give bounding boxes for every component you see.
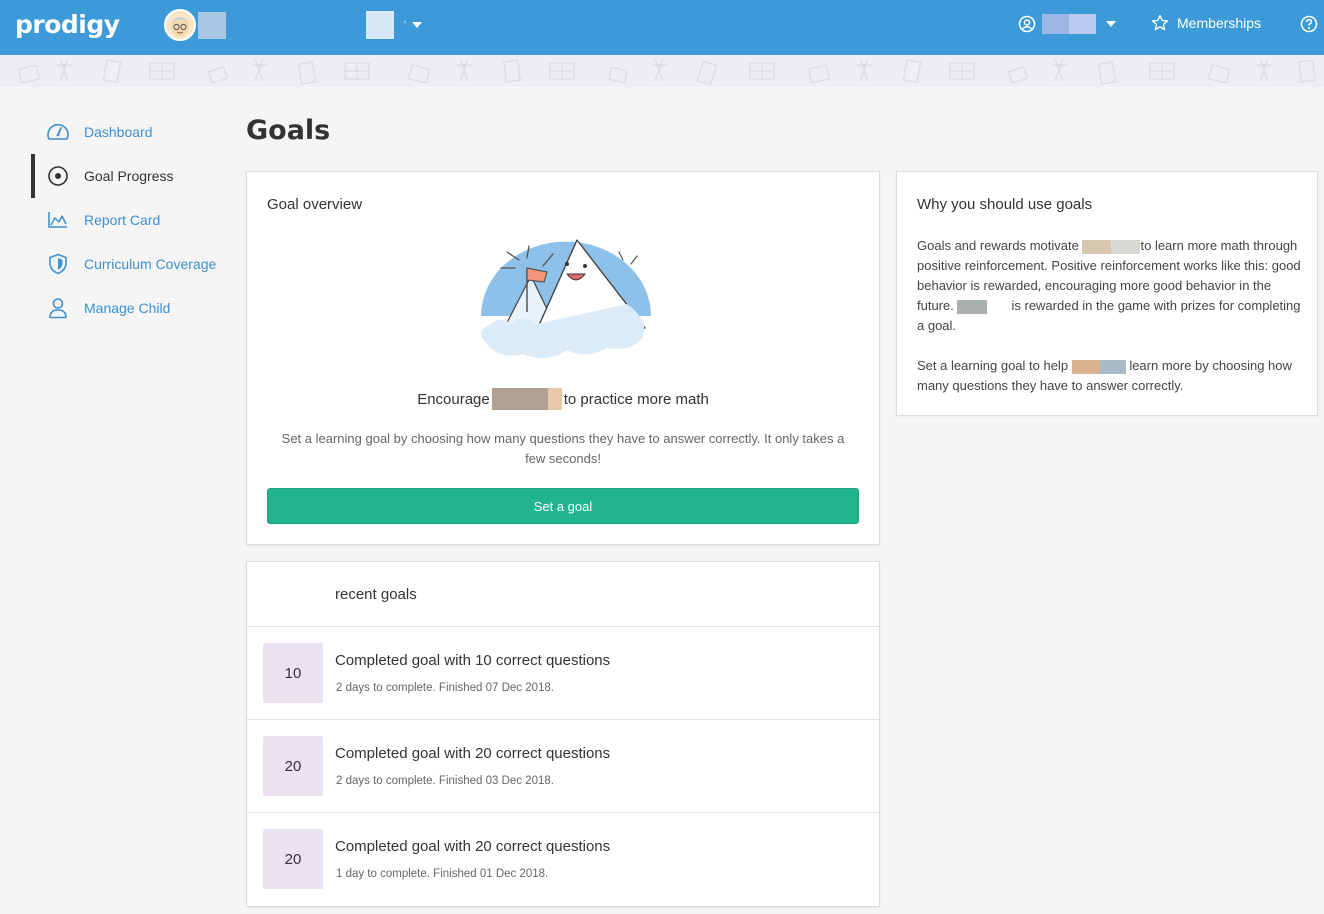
goal-title: Completed goal with 10 correct questions — [335, 652, 611, 669]
why-description: Goals and rewards motivate to learn more… — [917, 236, 1301, 396]
sidebar-item-curriculum-coverage[interactable]: Curriculum Coverage — [0, 242, 230, 286]
sidebar-item-label: Goal Progress — [84, 168, 174, 184]
memberships-link[interactable]: Memberships — [1151, 14, 1261, 32]
question-circle-icon — [1300, 15, 1318, 33]
page-title: Goals — [246, 115, 331, 146]
sidebar-item-dashboard[interactable]: Dashboard — [0, 110, 230, 154]
speedometer-icon — [46, 120, 70, 144]
recent-goals-title: recent goals — [335, 586, 417, 603]
child-avatar[interactable] — [164, 9, 196, 41]
text-segment: Goals and rewards motivate — [917, 238, 1079, 253]
shield-icon — [46, 252, 70, 276]
sidebar-item-label: Report Card — [84, 212, 161, 228]
recent-goals-card: recent goals 10 Completed goal with 10 c… — [246, 561, 880, 907]
chart-icon — [46, 208, 70, 232]
set-goal-button[interactable]: Set a goal — [267, 488, 859, 524]
redacted-child-name — [1071, 359, 1126, 374]
redacted-class-name — [366, 11, 394, 39]
sidebar-item-manage-child[interactable]: Manage Child — [0, 286, 230, 330]
goal-count-badge: 10 — [263, 643, 323, 703]
goal-count-badge: 20 — [263, 736, 323, 796]
card-title: Goal overview — [267, 196, 363, 213]
why-paragraph: Goals and rewards motivate to learn more… — [917, 236, 1301, 336]
recent-goals-header: recent goals — [247, 562, 879, 627]
goal-title: Completed goal with 20 correct questions — [335, 838, 611, 855]
class-selector-dropdown[interactable]: ' — [366, 11, 422, 39]
memberships-label: Memberships — [1177, 15, 1262, 31]
goal-subtitle: 2 days to complete. Finished 03 Dec 2018… — [336, 775, 554, 787]
sidebar-item-label: Manage Child — [84, 300, 171, 316]
sidebar-navigation: Dashboard Goal Progress Report Card Curr… — [0, 110, 230, 330]
decorative-pattern-band — [0, 55, 1324, 87]
sidebar-item-report-card[interactable]: Report Card — [0, 198, 230, 242]
encourage-text-after: to practice more math — [563, 390, 709, 408]
goal-subtitle: 1 day to complete. Finished 01 Dec 2018. — [336, 868, 549, 880]
account-menu[interactable] — [1018, 14, 1116, 34]
chevron-down-icon — [1106, 21, 1116, 27]
person-icon — [46, 296, 70, 320]
star-icon — [1151, 14, 1169, 31]
card-title: Why you should use goals — [917, 196, 1093, 213]
goal-subtitle: 2 days to complete. Finished 07 Dec 2018… — [336, 682, 554, 694]
redacted-child-name — [491, 388, 562, 410]
why-paragraph: Set a learning goal to help learn more b… — [917, 356, 1301, 396]
mountain-illustration — [467, 232, 657, 367]
separator-mark: ' — [404, 19, 406, 31]
prodigy-logo[interactable]: prodigy — [15, 10, 120, 39]
overview-description: Set a learning goal by choosing how many… — [281, 431, 845, 466]
text-segment: Set a learning goal to help — [917, 358, 1069, 373]
sidebar-item-label: Curriculum Coverage — [84, 256, 217, 272]
goal-list-item: 10 Completed goal with 10 correct questi… — [247, 627, 879, 720]
help-button[interactable] — [1300, 15, 1318, 38]
chevron-down-icon — [411, 22, 422, 28]
redacted-child-name — [957, 299, 988, 314]
goal-list-item: 20 Completed goal with 20 correct questi… — [247, 813, 879, 906]
why-use-goals-card: Why you should use goals Goals and rewar… — [896, 171, 1318, 416]
target-icon — [46, 164, 70, 188]
encourage-text-before: Encourage — [417, 390, 490, 408]
user-circle-icon — [1018, 15, 1036, 33]
sidebar-item-goal-progress[interactable]: Goal Progress — [0, 154, 230, 198]
goal-overview-card: Goal overview Encourage to practice more… — [246, 171, 880, 545]
goal-count-badge: 20 — [263, 829, 323, 889]
goal-title: Completed goal with 20 correct questions — [335, 745, 611, 762]
encourage-heading: Encourage to practice more math — [247, 388, 879, 410]
sidebar-item-label: Dashboard — [84, 124, 153, 140]
redacted-account-name — [1042, 14, 1096, 34]
redacted-child-name — [198, 12, 226, 39]
goal-list-item: 20 Completed goal with 20 correct questi… — [247, 720, 879, 813]
top-navigation-bar: prodigy ' Memberships — [0, 0, 1324, 55]
redacted-child-name — [1082, 239, 1141, 254]
